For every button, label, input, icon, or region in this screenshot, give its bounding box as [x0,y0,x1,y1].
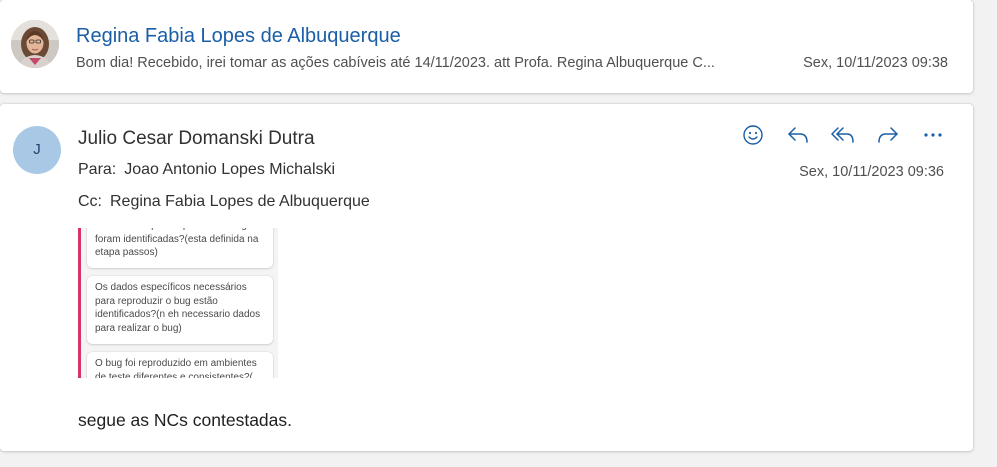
message-body: segue as NCs contestadas. [78,410,293,430]
forward-icon [878,127,898,143]
message-actions [738,122,948,148]
emoji-react-icon [743,125,763,145]
embedded-checklist-card: O bug foi reproduzido em ambientes de te… [87,352,273,378]
message-expanded: J Julio Cesar Domanski Dutra Para: Joao A… [0,104,973,451]
reply-all-icon [831,127,854,143]
message-collapsed[interactable]: Regina Fabia Lopes de Albuquerque Bom di… [0,0,973,93]
cc-label: Cc: [78,193,102,210]
more-actions-button[interactable] [918,122,948,148]
sender-avatar[interactable]: J [13,126,61,174]
more-icon [924,133,942,137]
reply-button[interactable] [783,122,813,148]
reply-all-button[interactable] [828,122,858,148]
sender-avatar-photo [11,20,59,68]
embedded-screenshot[interactable]: necessarios para reproduzir o bug foram … [78,228,278,378]
to-row: Para: Joao Antonio Lopes Michalski [78,161,335,179]
embedded-checklist-card: Os dados específicos necessários para re… [87,276,273,344]
cc-row: Cc: Regina Fabia Lopes de Albuquerque [78,193,370,211]
reply-icon [788,127,808,143]
message-date: Sex, 10/11/2023 09:38 [803,55,948,71]
message-preview: Bom dia! Recebido, irei tomar as ações c… [76,55,715,71]
message-date: Sex, 10/11/2023 09:36 [799,164,944,180]
embedded-accent-bar [78,228,81,378]
avatar-photo-image [11,20,59,68]
to-label: Para: [78,161,117,178]
emoji-react-button[interactable] [738,122,768,148]
to-recipient[interactable]: Joao Antonio Lopes Michalski [124,161,335,178]
cc-recipient[interactable]: Regina Fabia Lopes de Albuquerque [110,193,370,210]
forward-button[interactable] [873,122,903,148]
embedded-checklist-card: necessarios para reproduzir o bug foram … [87,228,273,268]
sender-name[interactable]: Regina Fabia Lopes de Albuquerque [76,25,401,48]
sender-name[interactable]: Julio Cesar Domanski Dutra [78,128,315,150]
